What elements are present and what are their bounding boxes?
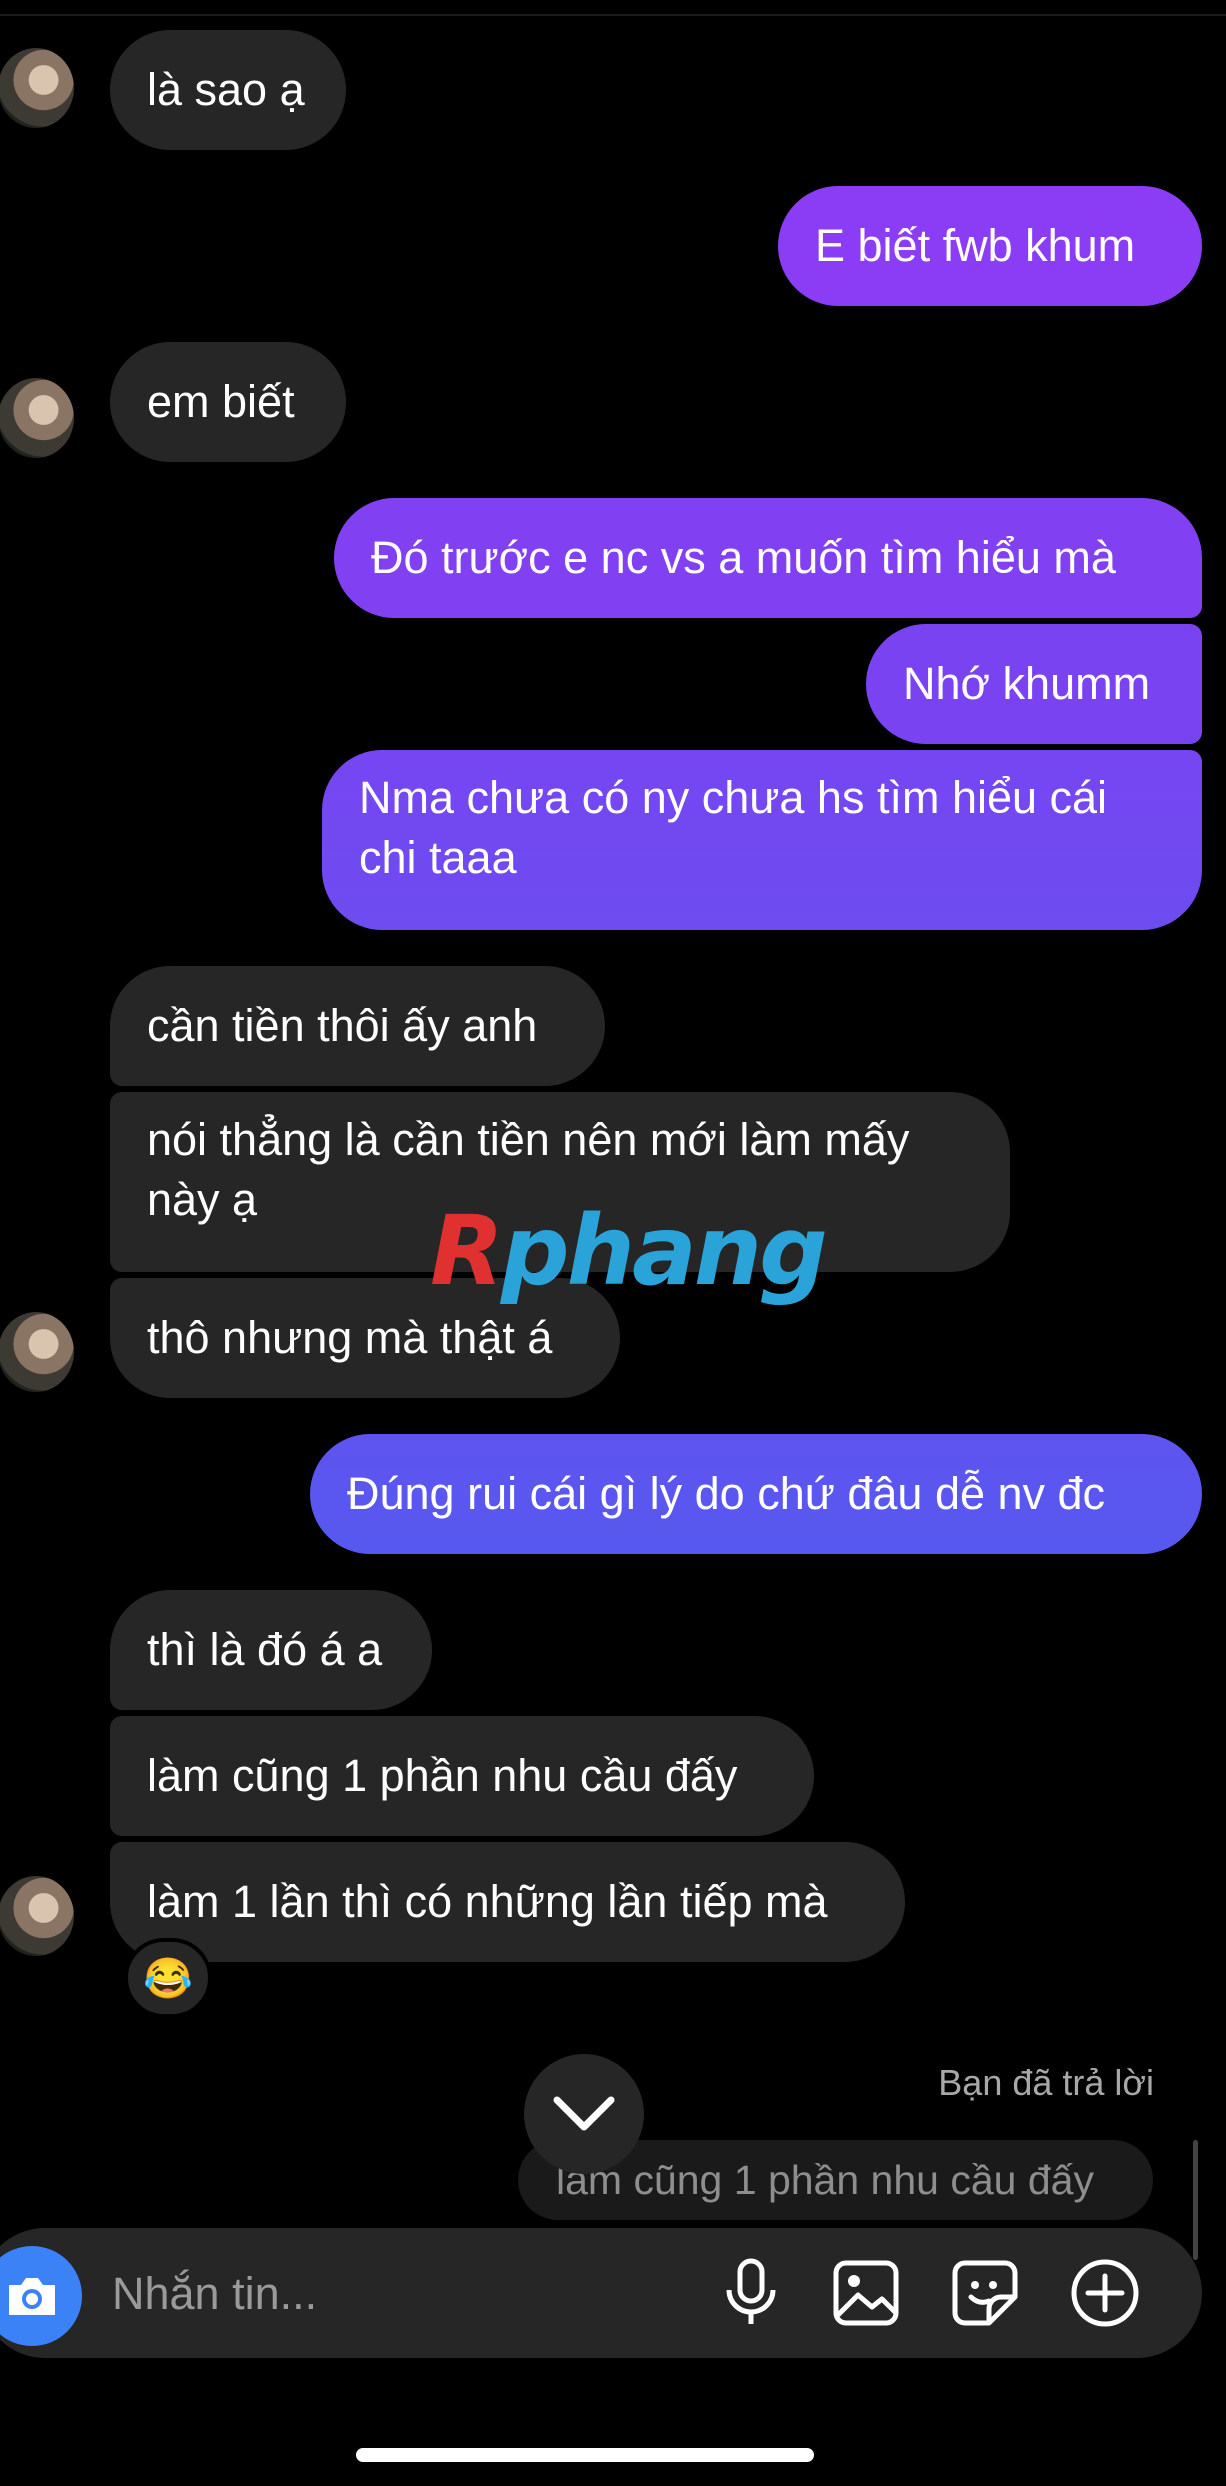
contact-avatar[interactable] (0, 1876, 74, 1956)
image-icon (833, 2260, 899, 2326)
message-received[interactable]: cần tiền thôi ấy anh (110, 966, 605, 1086)
microphone-icon (726, 2258, 776, 2324)
contact-avatar[interactable] (0, 378, 74, 458)
watermark-logo: Rphang (430, 1195, 828, 1307)
message-received[interactable]: là sao ạ (110, 30, 346, 150)
reply-label: Bạn đã trả lời (938, 2062, 1154, 2103)
message-sent[interactable]: Nhớ khumm (866, 624, 1202, 744)
message-sent[interactable]: Nma chưa có ny chưa hs tìm hiểu cái chi … (322, 750, 1202, 930)
message-sent[interactable]: E biết fwb khum (778, 186, 1202, 306)
microphone-button[interactable] (708, 2250, 794, 2336)
contact-avatar[interactable] (0, 1312, 74, 1392)
message-received[interactable]: em biết (110, 342, 346, 462)
message-sent[interactable]: Đó trước e nc vs a muốn tìm hiểu mà (334, 498, 1202, 618)
camera-icon (9, 2278, 55, 2315)
message-sent[interactable]: Đúng rui cái gì lý do chứ đâu dễ nv đc (310, 1434, 1202, 1554)
sticker-icon (952, 2260, 1018, 2326)
message-received[interactable]: làm 1 lần thì có những lần tiếp mà (110, 1842, 905, 1962)
more-options-button[interactable] (1062, 2250, 1148, 2336)
laughing-emoji-icon: 😂 (143, 1956, 193, 2001)
message-received[interactable]: thì là đó á a (110, 1590, 432, 1710)
scrollbar[interactable] (1193, 2140, 1198, 2260)
header-divider (0, 14, 1226, 16)
message-received[interactable]: làm cũng 1 phần nhu cầu đấy (110, 1716, 814, 1836)
contact-avatar[interactable] (0, 48, 74, 128)
plus-icon (1071, 2259, 1139, 2327)
reaction-badge[interactable]: 😂 (124, 1938, 212, 2018)
home-indicator (356, 2448, 814, 2462)
scroll-to-bottom-button[interactable] (524, 2054, 644, 2174)
gallery-button[interactable] (823, 2250, 909, 2336)
message-input[interactable] (110, 2258, 674, 2330)
chevron-down-icon (553, 2096, 615, 2131)
sticker-button[interactable] (942, 2250, 1028, 2336)
